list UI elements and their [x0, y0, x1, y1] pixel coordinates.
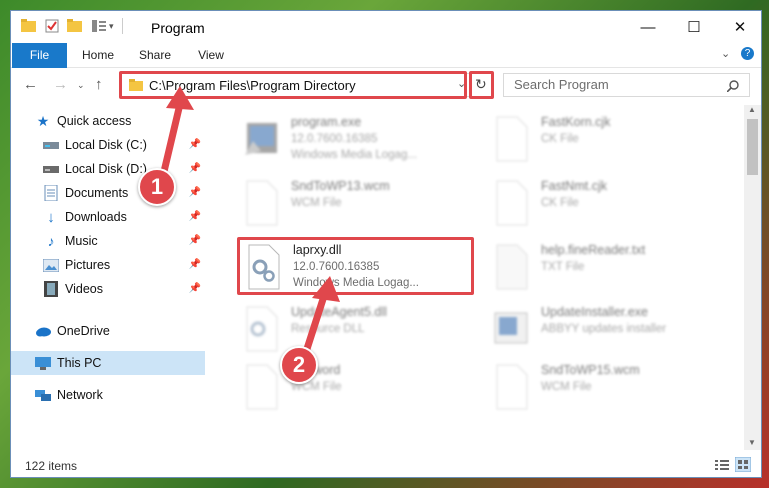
arrow-head-2 — [312, 276, 340, 302]
arrow-head-1 — [166, 86, 194, 110]
step-2-badge: 2 — [280, 346, 318, 384]
arrow-to-file — [302, 292, 328, 356]
arrow-to-address — [158, 100, 184, 184]
annotation-arrows — [158, 86, 340, 356]
step-1-badge: 1 — [138, 168, 176, 206]
